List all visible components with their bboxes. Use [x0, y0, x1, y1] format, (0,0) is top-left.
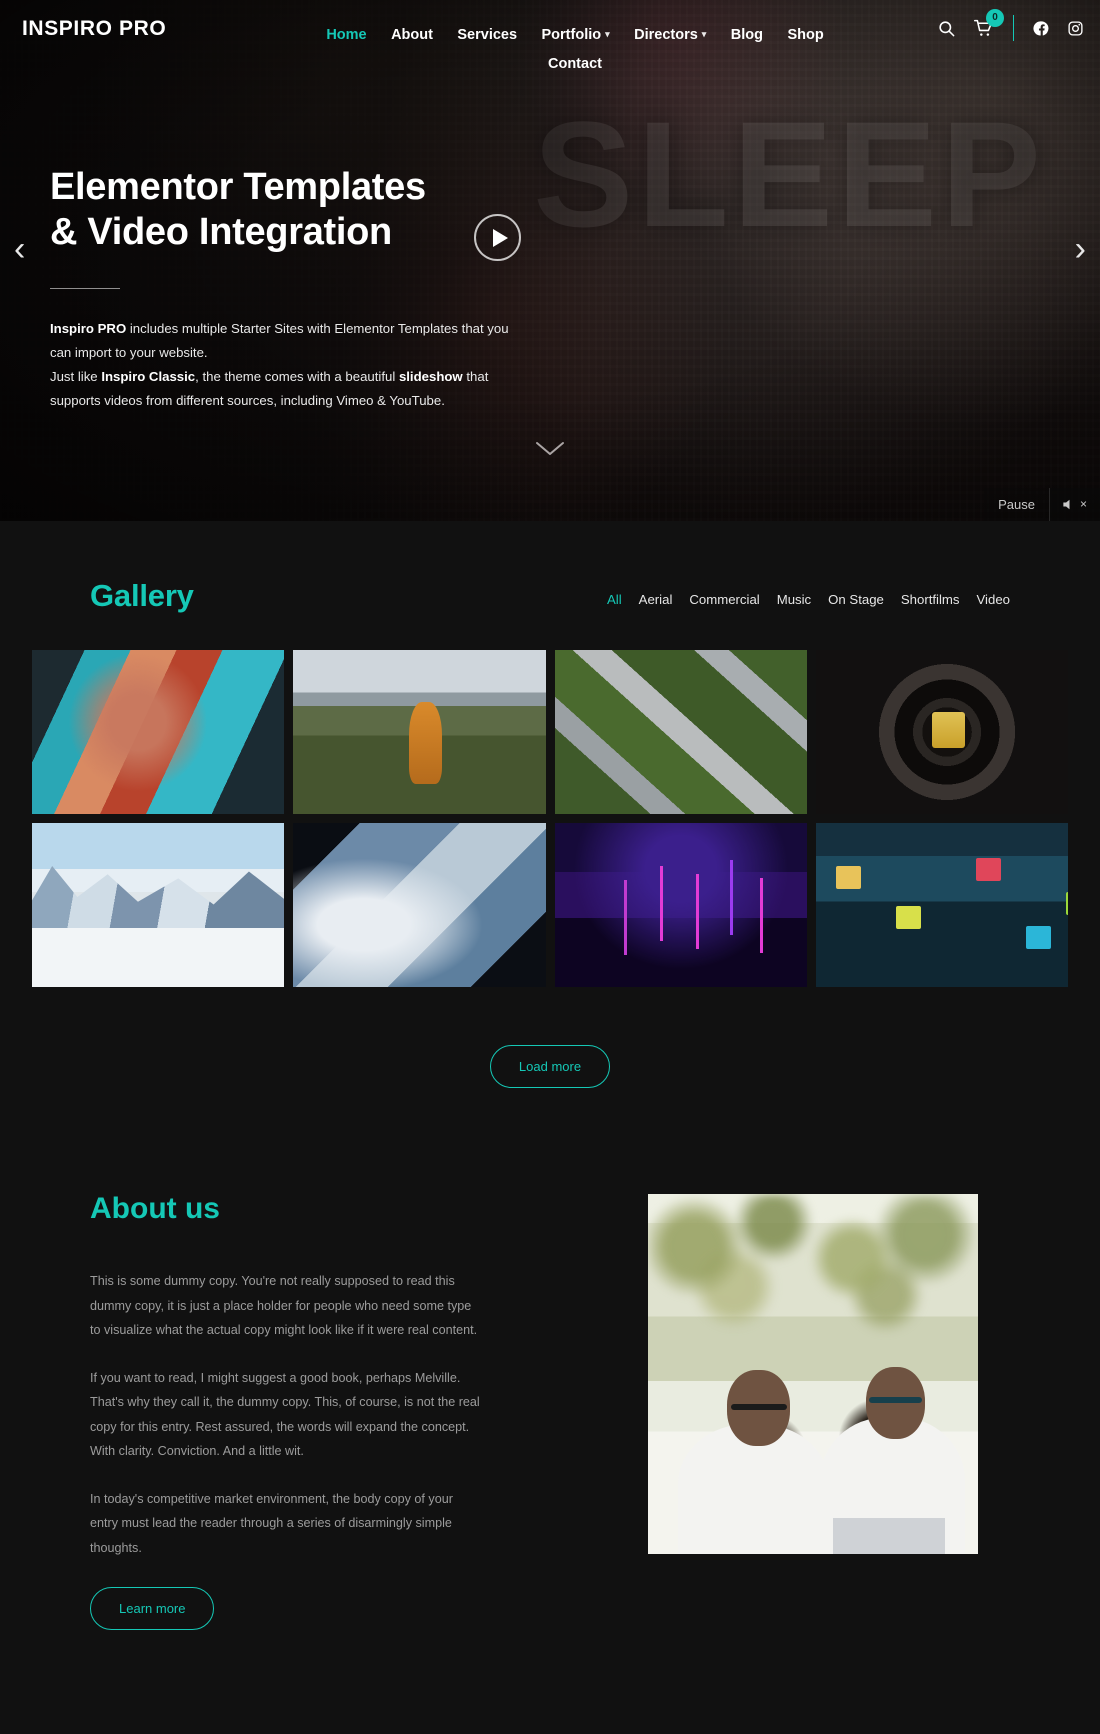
- gallery-filter-aerial[interactable]: Aerial: [639, 592, 673, 607]
- gallery-item[interactable]: [815, 823, 1068, 987]
- site-header: INSPIRO PRO Home About Services Portfoli…: [0, 0, 1100, 78]
- nav-item-portfolio[interactable]: Portfolio ▾: [542, 20, 610, 49]
- hero-divider: [50, 287, 120, 289]
- gallery-item[interactable]: [293, 650, 546, 814]
- nav-item-directors[interactable]: Directors ▾: [634, 20, 706, 49]
- gallery-filter-commercial[interactable]: Commercial: [689, 592, 759, 607]
- hero-desc-text-2b: , the theme comes with a beautiful: [195, 368, 399, 384]
- about-text-column: About us This is some dummy copy. You're…: [90, 1192, 480, 1631]
- hero-description-p1: Inspiro PRO includes multiple Starter Si…: [50, 317, 520, 365]
- nav-item-services[interactable]: Services: [457, 21, 517, 49]
- hero-next-arrow[interactable]: ›: [1075, 232, 1086, 266]
- chevron-down-icon: ▾: [701, 29, 707, 39]
- nav-item-blog[interactable]: Blog: [731, 21, 763, 49]
- about-photo-head-right: [865, 1366, 926, 1439]
- gallery-filter-video[interactable]: Video: [977, 592, 1011, 607]
- hero-video-controls: Pause ×: [984, 488, 1100, 521]
- hero-content: Elementor Templates & Video Integration …: [50, 165, 520, 413]
- hero-description: Inspiro PRO includes multiple Starter Si…: [50, 317, 520, 414]
- search-icon[interactable]: [937, 19, 956, 38]
- play-icon[interactable]: [474, 214, 521, 261]
- gallery-grid: [16, 650, 1084, 987]
- gallery-item[interactable]: [554, 823, 807, 987]
- nav-item-contact[interactable]: Contact: [548, 50, 602, 78]
- gallery-header: Gallery All Aerial Commercial Music On S…: [16, 578, 1084, 614]
- about-section: About us This is some dummy copy. You're…: [0, 1088, 1100, 1631]
- instagram-icon[interactable]: [1067, 20, 1084, 37]
- mute-toggle-icon[interactable]: ×: [1048, 488, 1100, 521]
- cart-icon[interactable]: 0: [973, 8, 1004, 39]
- hero-description-p2: Just like Inspiro Classic, the theme com…: [50, 365, 520, 413]
- primary-navigation: Home About Services Portfolio ▾ Directors…: [0, 20, 1100, 78]
- about-image-column: [560, 1192, 1010, 1554]
- about-photo-sunglasses-right: [869, 1396, 922, 1403]
- about-photo-laptop: [832, 1518, 945, 1554]
- chevron-down-icon: ▾: [605, 29, 610, 39]
- gallery-wrapper: Gallery All Aerial Commercial Music On S…: [0, 578, 1100, 1088]
- about-photo: [648, 1194, 978, 1554]
- about-paragraph-1: This is some dummy copy. You're not real…: [90, 1274, 478, 1338]
- nav-row-2: Contact: [200, 50, 950, 78]
- about-paragraph-2: If you want to read, I might suggest a g…: [90, 1370, 480, 1459]
- hero-desc-bold-1: Inspiro PRO: [50, 320, 127, 336]
- hero-desc-text-2a: Just like: [50, 368, 102, 384]
- gallery-filter-all[interactable]: All: [607, 592, 622, 607]
- nav-row-1: Home About Services Portfolio ▾ Directors…: [200, 20, 950, 49]
- gallery-section: Gallery All Aerial Commercial Music On S…: [0, 521, 1100, 1088]
- gallery-filter-shortfilms[interactable]: Shortfilms: [901, 592, 960, 607]
- cart-count-badge: 0: [986, 8, 1004, 27]
- hero-desc-bold-3: slideshow: [398, 368, 463, 384]
- hero-prev-arrow[interactable]: ‹: [14, 232, 25, 266]
- pause-button[interactable]: Pause: [984, 488, 1049, 521]
- nav-item-home[interactable]: Home: [326, 21, 366, 49]
- gallery-filter-on-stage[interactable]: On Stage: [828, 592, 884, 607]
- nav-item-about[interactable]: About: [391, 21, 433, 49]
- gallery-item[interactable]: [554, 650, 807, 814]
- about-paragraph-3: In today's competitive market environmen…: [90, 1491, 453, 1555]
- gallery-item[interactable]: [32, 650, 285, 814]
- about-title: About us: [90, 1192, 220, 1225]
- header-icon-group: 0: [937, 8, 1084, 41]
- gallery-filter-music[interactable]: Music: [777, 592, 811, 607]
- nav-item-shop[interactable]: Shop: [787, 21, 823, 49]
- hero-title: Elementor Templates & Video Integration: [50, 165, 520, 255]
- hero-desc-bold-2: Inspiro Classic: [101, 368, 196, 384]
- scroll-down-icon[interactable]: [535, 440, 565, 463]
- gallery-item[interactable]: [293, 823, 546, 987]
- header-divider: [1013, 15, 1014, 41]
- learn-more-button[interactable]: Learn more: [90, 1587, 215, 1631]
- hero-title-line-1: Elementor Templates: [50, 166, 426, 208]
- gallery-title: Gallery: [90, 578, 194, 613]
- load-more-wrapper: Load more: [16, 987, 1084, 1088]
- hero-slideshow: SLEEP INSPIRO PRO Home About Services Po…: [0, 0, 1100, 521]
- gallery-item[interactable]: [815, 650, 1068, 814]
- load-more-button[interactable]: Load more: [489, 1045, 611, 1088]
- about-photo-foliage: [648, 1194, 978, 1396]
- facebook-icon[interactable]: [1033, 20, 1050, 37]
- about-photo-sunglasses-left: [730, 1404, 787, 1410]
- gallery-filter-list: All Aerial Commercial Music On Stage Sho…: [607, 592, 1010, 614]
- about-inner: About us This is some dummy copy. You're…: [0, 1192, 1100, 1631]
- gallery-item[interactable]: [32, 823, 285, 987]
- about-button-wrapper: Learn more: [90, 1587, 480, 1631]
- hero-title-line-2: & Video Integration: [50, 210, 392, 253]
